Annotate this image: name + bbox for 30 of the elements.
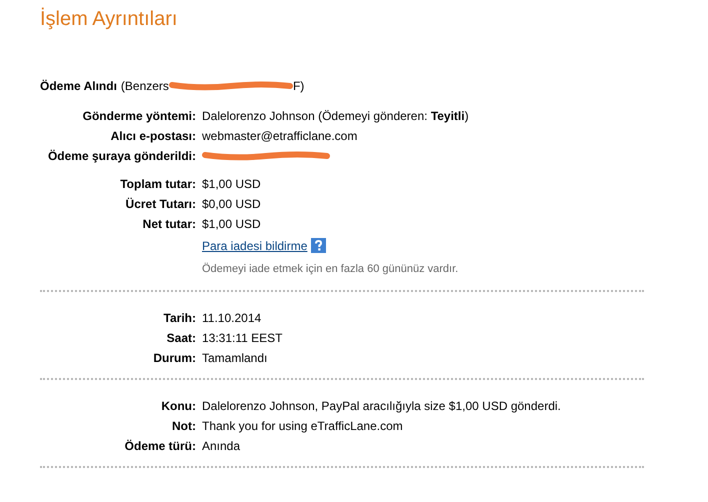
field-value: Dalelorenzo Johnson, PayPal aracılığıyla size $1,00 USD gönderdi. — [202, 399, 562, 413]
refund-link[interactable]: Para iadesi bildirme — [202, 238, 308, 252]
field-value: Dalelorenzo Johnson (Ödemeyi gönderen: Teyitli) — [202, 109, 470, 123]
field-label: Konu: — [160, 399, 196, 413]
field-label: Durum: — [152, 351, 196, 365]
page-title: İşlem Ayrıntıları — [40, 6, 178, 32]
field-value: Thank you for using eTrafficLane.com — [202, 419, 404, 433]
field-label: Toplam tutar: — [119, 177, 196, 191]
field-value: $1,00 USD — [202, 177, 262, 191]
field-label: Ödeme türü: — [124, 439, 196, 453]
field-label: Net tutar: — [142, 217, 196, 231]
field-value: 13:31:11 EEST — [202, 331, 284, 345]
field-label: Not: — [171, 419, 196, 433]
field-value: $0,00 USD — [202, 197, 262, 211]
field-label: Ücret Tutarı: — [124, 197, 196, 211]
transaction-id-end: F) — [292, 79, 304, 93]
field-label: Alıcı e-postası: — [110, 129, 196, 143]
field-label: Gönderme yöntemi: — [82, 109, 196, 123]
field-label: Ödeme şuraya gönderildi: — [46, 149, 196, 163]
transaction-id: (Benzers — [120, 79, 169, 93]
field-value: Anında — [202, 439, 242, 453]
field-value: 11.10.2014 — [202, 311, 262, 325]
field-value: Tamamlandı — [202, 351, 268, 365]
field-label: Tarih: — [162, 311, 196, 325]
field-value: webmaster@etrafficlane.com — [202, 129, 358, 143]
help-icon[interactable] — [311, 238, 326, 253]
field-label: Saat: — [166, 331, 196, 345]
field-value: $1,00 USD — [202, 217, 262, 231]
refund-note: Ödemeyi iade etmek için en fazla 60 gününüz vardır. — [202, 262, 460, 274]
payment-status: Ödeme Alındı — [40, 79, 117, 93]
